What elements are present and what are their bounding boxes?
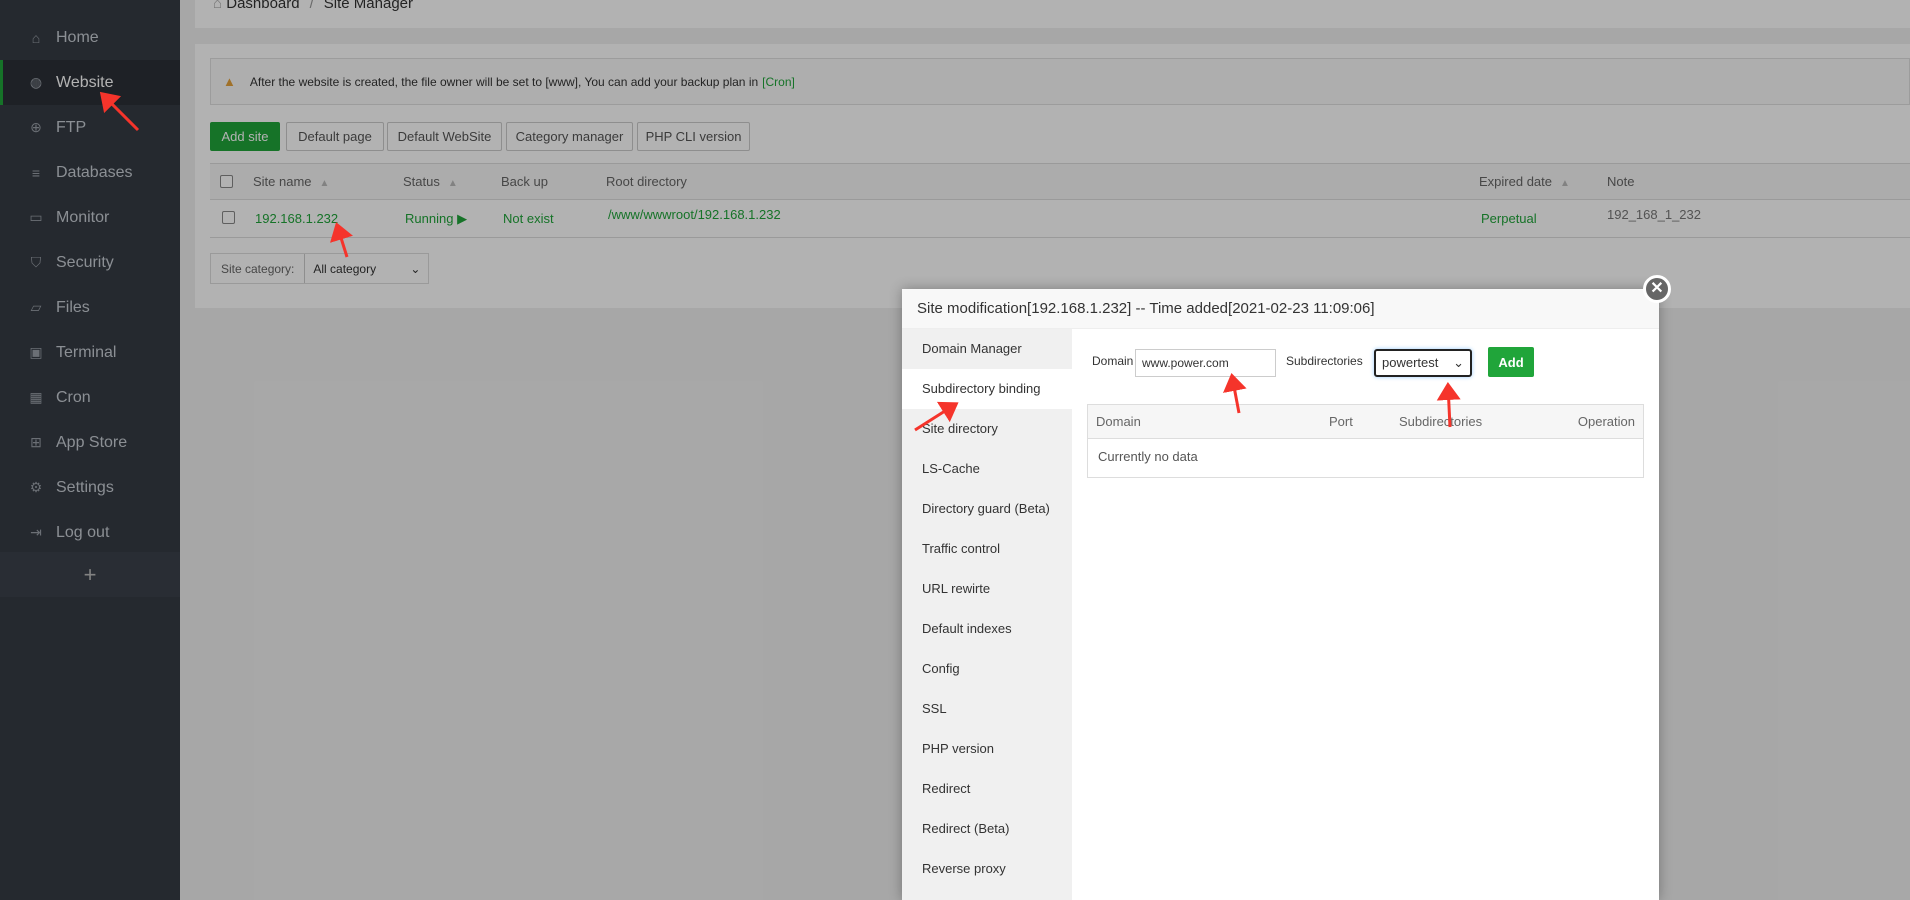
subdirectory-binding-content: Domain www.power.com Subdirectories powe…: [1072, 329, 1659, 900]
bindings-table: Domain Port Subdirectories Operation Cur…: [1087, 404, 1644, 478]
nav-reverse-proxy[interactable]: Reverse proxy: [902, 849, 1072, 889]
table-header: Domain Port Subdirectories Operation: [1088, 405, 1643, 439]
dialog-title: Site modification[192.168.1.232] -- Time…: [902, 289, 1659, 329]
nav-default-indexes[interactable]: Default indexes: [902, 609, 1072, 649]
subdirectories-label: Subdirectories: [1286, 354, 1363, 368]
nav-traffic-control[interactable]: Traffic control: [902, 529, 1072, 569]
nav-config[interactable]: Config: [902, 649, 1072, 689]
chevron-down-icon: ⌄: [1453, 355, 1464, 370]
nav-domain-manager[interactable]: Domain Manager: [902, 329, 1072, 369]
close-dialog-button[interactable]: ✕: [1643, 275, 1671, 303]
col-subdirectories: Subdirectories: [1399, 414, 1483, 429]
nav-ls-cache[interactable]: LS-Cache: [902, 449, 1072, 489]
site-modification-dialog: Site modification[192.168.1.232] -- Time…: [902, 289, 1659, 900]
col-port: Port: [1329, 414, 1353, 429]
add-binding-button[interactable]: Add: [1488, 347, 1534, 377]
nav-directory-guard[interactable]: Directory guard (Beta): [902, 489, 1072, 529]
nav-subdirectory-binding[interactable]: Subdirectory binding: [902, 369, 1072, 409]
dialog-nav: Domain Manager Subdirectory binding Site…: [902, 329, 1072, 900]
col-operation: Operation: [1577, 414, 1635, 429]
nav-php-version[interactable]: PHP version: [902, 729, 1072, 769]
col-domain: Domain: [1096, 414, 1141, 429]
empty-state: Currently no data: [1098, 449, 1198, 464]
nav-url-rewrite[interactable]: URL rewirte: [902, 569, 1072, 609]
nav-site-directory[interactable]: Site directory: [902, 409, 1072, 449]
nav-redirect-beta[interactable]: Redirect (Beta): [902, 809, 1072, 849]
domain-input[interactable]: www.power.com: [1135, 349, 1276, 377]
nav-ssl[interactable]: SSL: [902, 689, 1072, 729]
subdirectories-select[interactable]: powertest ⌄: [1374, 349, 1472, 377]
domain-label: Domain: [1092, 354, 1134, 368]
nav-redirect[interactable]: Redirect: [902, 769, 1072, 809]
